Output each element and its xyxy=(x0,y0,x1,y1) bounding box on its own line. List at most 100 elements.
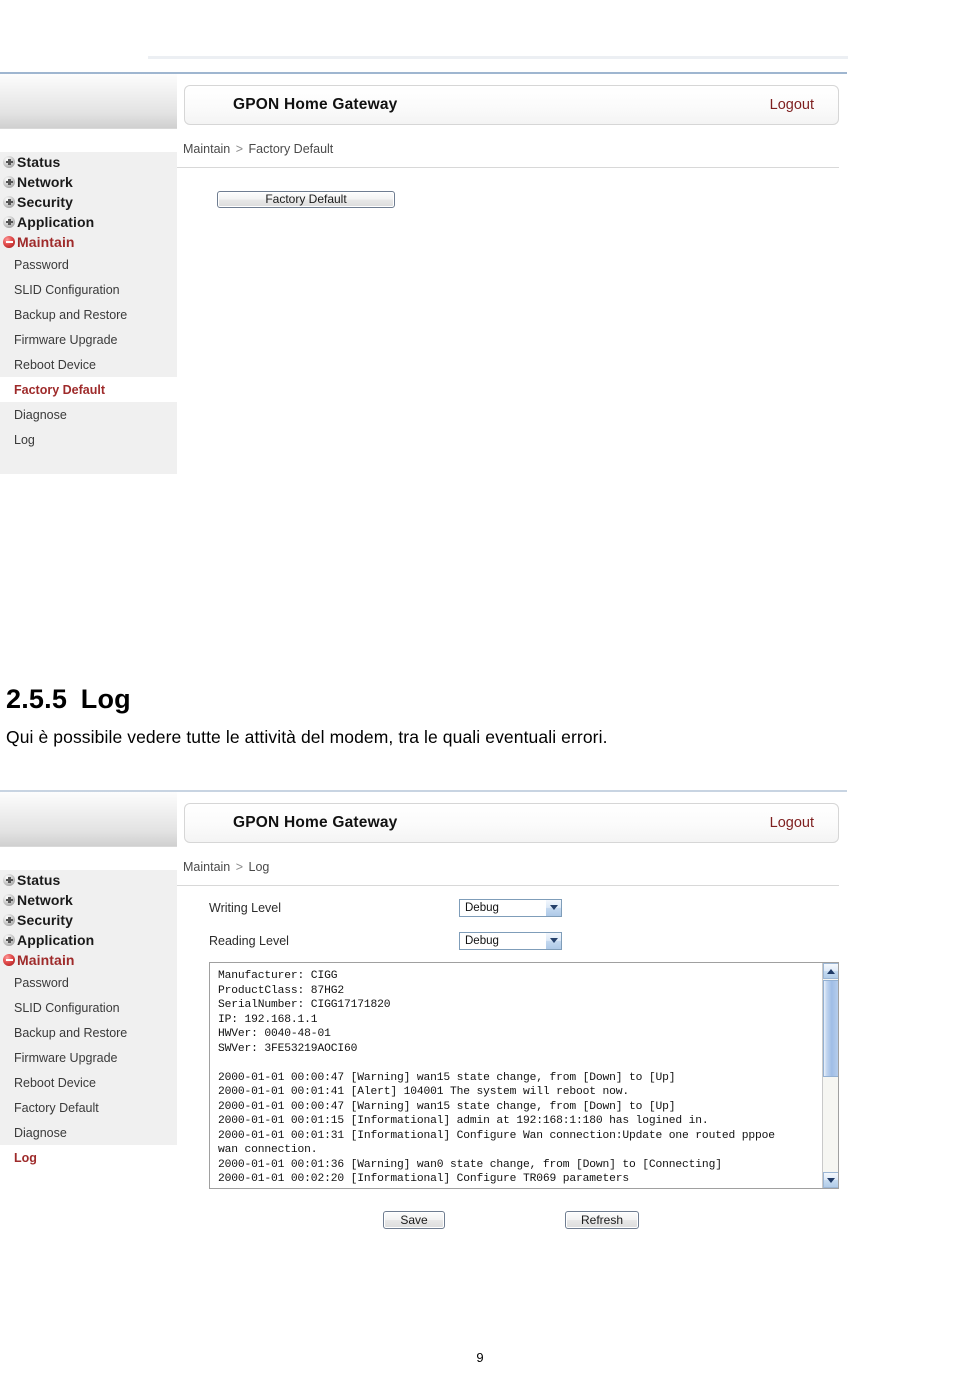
sidebar-subitem-firmware-upgrade[interactable]: Firmware Upgrade xyxy=(0,327,177,352)
writing-level-select[interactable]: Debug xyxy=(459,898,562,917)
sidebar-item-application[interactable]: Application xyxy=(0,930,177,950)
collapse-minus-icon xyxy=(3,954,15,966)
sidebar-subitem-label: Factory Default xyxy=(14,1100,99,1115)
sidebar-item-security[interactable]: Security xyxy=(0,192,177,212)
breadcrumb-separator: > xyxy=(235,860,244,874)
logout-link[interactable]: Logout xyxy=(770,815,814,831)
sidebar-item-label: Maintain xyxy=(17,234,75,250)
expand-plus-icon xyxy=(3,216,15,228)
log-output-text: Manufacturer: CIGG ProductClass: 87HG2 S… xyxy=(218,970,795,1188)
sidebar-item-label: Network xyxy=(17,174,73,190)
factory-default-button[interactable]: Factory Default xyxy=(217,191,395,208)
main-content-1: GPON Home Gateway Logout Maintain > Fact… xyxy=(177,74,847,268)
sidebar-navigation-2: Status Network Security Application Main… xyxy=(0,792,177,1192)
content-divider xyxy=(177,885,839,886)
breadcrumb-1: Maintain > Factory Default xyxy=(177,142,847,156)
expand-plus-icon xyxy=(3,156,15,168)
sidebar-item-security[interactable]: Security xyxy=(0,910,177,930)
log-output-textarea[interactable]: Manufacturer: CIGG ProductClass: 87HG2 S… xyxy=(209,962,839,1189)
expand-plus-icon xyxy=(3,894,15,906)
breadcrumb-parent[interactable]: Maintain xyxy=(183,860,230,874)
sidebar-subitem-factory-default[interactable]: Factory Default xyxy=(0,1095,177,1120)
sidebar-spacer xyxy=(0,129,177,152)
sidebar-subitem-diagnose[interactable]: Diagnose xyxy=(0,1120,177,1145)
sidebar-item-network[interactable]: Network xyxy=(0,890,177,910)
page-top-rule xyxy=(148,56,848,59)
expand-plus-icon xyxy=(3,874,15,886)
sidebar-subitem-diagnose[interactable]: Diagnose xyxy=(0,402,177,427)
sidebar-subitem-slid-configuration[interactable]: SLID Configuration xyxy=(0,277,177,302)
sidebar-navigation-1: Status Network Security Application Main… xyxy=(0,74,177,474)
page-title: GPON Home Gateway xyxy=(233,814,398,831)
sidebar-subitem-log[interactable]: Log xyxy=(0,1145,177,1170)
screenshot-log-page: Status Network Security Application Main… xyxy=(0,790,847,1330)
sidebar-subitem-factory-default[interactable]: Factory Default xyxy=(0,377,177,402)
factory-default-form: Factory Default xyxy=(177,168,847,268)
scrollbar-thumb[interactable] xyxy=(823,980,838,1077)
sidebar-subitem-label: Factory Default xyxy=(14,382,105,397)
sidebar-subitem-label: Log xyxy=(14,1150,37,1165)
reading-level-label: Reading Level xyxy=(209,933,289,948)
sidebar-item-label: Network xyxy=(17,892,73,908)
sidebar-menu-2: Status Network Security Application Main… xyxy=(0,870,177,1192)
breadcrumb-separator: > xyxy=(235,142,244,156)
reading-level-value: Debug xyxy=(465,934,499,947)
sidebar-logo-area xyxy=(0,792,177,847)
refresh-button[interactable]: Refresh xyxy=(565,1211,639,1229)
sidebar-item-label: Security xyxy=(17,912,74,928)
reading-level-row: Reading Level Debug xyxy=(177,929,847,952)
sidebar-subitem-password[interactable]: Password xyxy=(0,252,177,277)
app-header-bar-1: GPON Home Gateway Logout xyxy=(184,85,839,125)
section-heading: 2.5.5 Log xyxy=(6,684,906,715)
sidebar-subitem-label: Backup and Restore xyxy=(14,1025,128,1040)
sidebar-item-status[interactable]: Status xyxy=(0,870,177,890)
section-paragraph: Qui è possibile vedere tutte le attività… xyxy=(6,727,608,747)
scroll-up-icon[interactable] xyxy=(823,963,838,979)
save-button[interactable]: Save xyxy=(383,1211,445,1229)
section-title: Log xyxy=(80,684,131,714)
sidebar-subitem-firmware-upgrade[interactable]: Firmware Upgrade xyxy=(0,1045,177,1070)
sidebar-subitem-reboot-device[interactable]: Reboot Device xyxy=(0,352,177,377)
sidebar-subitem-label: Password xyxy=(14,975,69,990)
sidebar-bottom-filler xyxy=(0,452,177,474)
sidebar-item-label: Status xyxy=(17,872,61,888)
sidebar-subitem-slid-configuration[interactable]: SLID Configuration xyxy=(0,995,177,1020)
scroll-down-icon[interactable] xyxy=(823,1172,838,1188)
breadcrumb-parent[interactable]: Maintain xyxy=(183,142,230,156)
expand-plus-icon xyxy=(3,196,15,208)
sidebar-item-label: Application xyxy=(17,932,95,948)
logout-link[interactable]: Logout xyxy=(770,97,814,113)
section-number: 2.5.5 xyxy=(6,684,68,714)
sidebar-subitem-label: Reboot Device xyxy=(14,357,96,372)
expand-plus-icon xyxy=(3,914,15,926)
chevron-down-icon[interactable] xyxy=(545,899,561,916)
sidebar-item-status[interactable]: Status xyxy=(0,152,177,172)
sidebar-item-label: Maintain xyxy=(17,952,75,968)
breadcrumb-current: Factory Default xyxy=(248,142,334,156)
sidebar-bottom-filler xyxy=(0,1170,177,1192)
sidebar-subitem-password[interactable]: Password xyxy=(0,970,177,995)
chevron-down-icon[interactable] xyxy=(545,932,561,949)
log-scrollbar[interactable] xyxy=(822,963,838,1188)
sidebar-item-application[interactable]: Application xyxy=(0,212,177,232)
sidebar-subitem-backup-and-restore[interactable]: Backup and Restore xyxy=(0,1020,177,1045)
sidebar-logo-area xyxy=(0,74,177,129)
sidebar-subitem-label: Backup and Restore xyxy=(14,307,128,322)
reading-level-select[interactable]: Debug xyxy=(459,931,562,950)
sidebar-subitem-label: Log xyxy=(14,432,35,447)
breadcrumb-2: Maintain > Log xyxy=(177,860,847,874)
sidebar-subitem-label: SLID Configuration xyxy=(14,282,120,297)
sidebar-subitem-label: Diagnose xyxy=(14,407,67,422)
sidebar-subitem-reboot-device[interactable]: Reboot Device xyxy=(0,1070,177,1095)
sidebar-subitem-backup-and-restore[interactable]: Backup and Restore xyxy=(0,302,177,327)
sidebar-item-maintain[interactable]: Maintain xyxy=(0,232,177,252)
log-actions: Save Refresh xyxy=(177,1211,847,1229)
sidebar-subitem-log[interactable]: Log xyxy=(0,427,177,452)
sidebar-menu-1: Status Network Security Application Main… xyxy=(0,152,177,474)
sidebar-item-network[interactable]: Network xyxy=(0,172,177,192)
sidebar-item-maintain[interactable]: Maintain xyxy=(0,950,177,970)
page-number: 9 xyxy=(476,1350,484,1365)
breadcrumb-current: Log xyxy=(248,860,270,874)
sidebar-subitem-label: Password xyxy=(14,257,69,272)
sidebar-subitem-label: Diagnose xyxy=(14,1125,67,1140)
